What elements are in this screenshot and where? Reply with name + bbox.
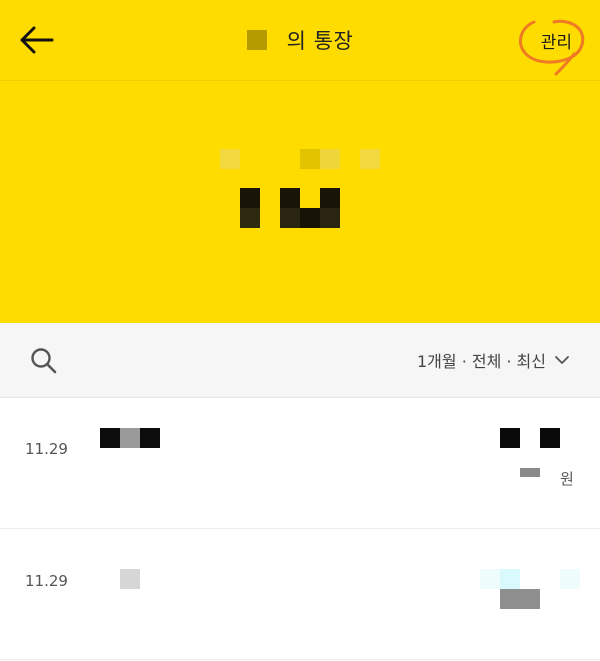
balance-section [0, 81, 600, 323]
row-divider [0, 659, 600, 660]
search-icon [31, 348, 57, 374]
back-button[interactable] [14, 20, 58, 60]
filter-dropdown[interactable]: 1개월 · 전체 · 최신 [417, 347, 570, 373]
page-title: 의 통장 [0, 0, 600, 80]
top-bar: 의 통장 관리 [0, 0, 600, 81]
transaction-date: 11.29 [25, 572, 68, 590]
arrow-left-icon [20, 26, 54, 54]
transaction-item[interactable]: 11.29 [0, 529, 600, 659]
page-title-text: 의 통장 [286, 29, 354, 53]
filter-label: 1개월 · 전체 · 최신 [416, 352, 546, 371]
filter-bar: 1개월 · 전체 · 최신 [0, 323, 600, 398]
manage-button[interactable]: 관리 [541, 28, 572, 53]
transaction-date: 11.29 [25, 440, 68, 458]
balance-unit: 원 [560, 470, 574, 488]
account-page: 의 통장 관리 1개월 · 전체 · 최신 11.29 원 11.29 [0, 0, 600, 661]
transaction-item[interactable]: 11.29 원 [0, 398, 600, 528]
search-button[interactable] [28, 345, 60, 377]
chevron-down-icon [555, 356, 569, 364]
account-name-redacted [246, 30, 267, 50]
